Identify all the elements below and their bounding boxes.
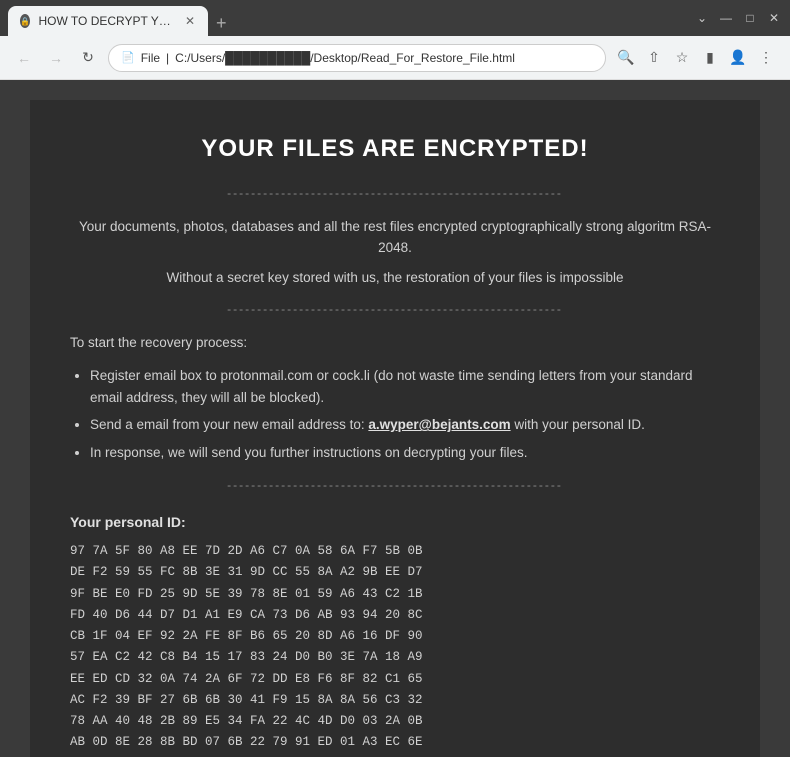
address-protocol: File	[141, 51, 160, 65]
file-icon: 📄	[121, 51, 135, 64]
recovery-list: Register email box to protonmail.com or …	[90, 365, 720, 463]
profile-icon[interactable]: 👤	[726, 46, 750, 70]
intro-line-2: Without a secret key stored with us, the…	[70, 267, 720, 289]
window-controls: ⌄ — □ ✕	[694, 10, 782, 26]
minimize-button[interactable]: —	[718, 10, 734, 26]
toolbar-icons: 🔍 ⇧ ☆ ▮ 👤 ⋮	[614, 46, 778, 70]
tab-close-button[interactable]: ✕	[184, 13, 196, 29]
divider-1: ----------------------------------------…	[70, 184, 720, 203]
personal-id-label: Your personal ID:	[70, 511, 720, 533]
chevron-icon: ⌄	[694, 10, 710, 26]
recovery-bullet-2: Send a email from your new email address…	[90, 414, 720, 436]
address-input[interactable]: 📄 File | C:/Users/██████████/Desktop/Rea…	[108, 44, 606, 72]
reload-button[interactable]: ↻	[76, 46, 100, 70]
recovery-bullet-3: In response, we will send you further in…	[90, 442, 720, 464]
extension-icon[interactable]: ▮	[698, 46, 722, 70]
bookmark-icon[interactable]: ☆	[670, 46, 694, 70]
share-icon[interactable]: ⇧	[642, 46, 666, 70]
search-icon[interactable]: 🔍	[614, 46, 638, 70]
forward-button[interactable]: →	[44, 46, 68, 70]
title-bar: 🔒 HOW TO DECRYPT YOUR FILES ✕ + ⌄ — □ ✕	[0, 0, 790, 36]
recovery-bullet-1: Register email box to protonmail.com or …	[90, 365, 720, 408]
new-tab-button[interactable]: +	[208, 13, 235, 34]
divider-3: ----------------------------------------…	[70, 476, 720, 495]
main-title: YOUR FILES ARE ENCRYPTED!	[70, 130, 720, 168]
address-url: C:/Users/██████████/Desktop/Read_For_Res…	[175, 51, 515, 65]
address-bar: ← → ↻ 📄 File | C:/Users/██████████/Deskt…	[0, 36, 790, 80]
tab-title: HOW TO DECRYPT YOUR FILES	[38, 14, 176, 28]
recovery-intro: To start the recovery process:	[70, 332, 720, 354]
page-inner: YOUR FILES ARE ENCRYPTED! --------------…	[30, 100, 760, 757]
page-content[interactable]: YOUR FILES ARE ENCRYPTED! --------------…	[0, 80, 790, 757]
intro-line-1: Your documents, photos, databases and al…	[70, 216, 720, 259]
address-separator: |	[166, 51, 169, 65]
browser-window: 🔒 HOW TO DECRYPT YOUR FILES ✕ + ⌄ — □ ✕ …	[0, 0, 790, 757]
back-button[interactable]: ←	[12, 46, 36, 70]
maximize-button[interactable]: □	[742, 10, 758, 26]
menu-icon[interactable]: ⋮	[754, 46, 778, 70]
tab-bar: 🔒 HOW TO DECRYPT YOUR FILES ✕ +	[8, 0, 690, 36]
divider-2: ----------------------------------------…	[70, 300, 720, 319]
personal-id-block: 97 7A 5F 80 A8 EE 7D 2D A6 C7 0A 58 6A F…	[70, 541, 720, 757]
email-address-1: a.wyper@bejants.com	[368, 417, 510, 432]
close-button[interactable]: ✕	[766, 10, 782, 26]
active-tab[interactable]: 🔒 HOW TO DECRYPT YOUR FILES ✕	[8, 6, 208, 36]
tab-favicon: 🔒	[20, 14, 30, 28]
